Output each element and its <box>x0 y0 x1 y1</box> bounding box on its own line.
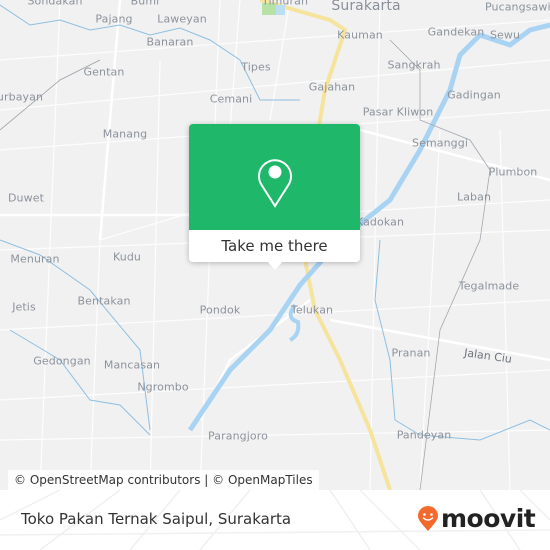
place-label: Pandeyan <box>396 428 452 442</box>
place-label-partial: Timuran <box>261 0 309 8</box>
river-west <box>0 239 151 431</box>
place-label: Pranan <box>391 346 431 360</box>
place-label: Cemani <box>209 92 253 106</box>
river-east <box>374 239 550 441</box>
place-label: Gajahan <box>308 80 356 94</box>
river-north <box>0 4 300 101</box>
osm-attribution-link[interactable]: © OpenStreetMap contributors <box>14 473 200 487</box>
brand-name: moovit <box>441 504 536 533</box>
map-attribution: © OpenStreetMap contributors | © OpenMap… <box>8 470 319 490</box>
destination-name: Toko Pakan Ternak Saipul, Surakarta <box>21 510 292 528</box>
place-label: Tegalmade <box>458 279 520 293</box>
popup-pointer <box>267 261 283 270</box>
map-view[interactable]: Sondakan Bumi Pajang Laweyan Banaran Gentan Ti… <box>0 0 550 490</box>
place-label: Pucangsawit <box>484 0 550 14</box>
place-label: Kadokan <box>355 215 405 229</box>
place-label: Menuran <box>10 252 60 266</box>
take-me-there-button[interactable]: Take me there <box>189 230 360 262</box>
place-label: Gandekan <box>427 25 485 39</box>
place-label: Kauman <box>337 28 383 42</box>
place-label: Pajang <box>95 12 133 26</box>
location-pin-icon <box>258 159 292 208</box>
place-label: Bentakan <box>77 294 131 308</box>
footer-bar: Toko Pakan Ternak Saipul, Surakarta moov… <box>0 490 550 550</box>
place-label: Laban <box>456 190 492 204</box>
place-label: Kudu <box>113 250 141 264</box>
place-label: Parangjoro <box>208 429 268 443</box>
place-label: Telukan <box>290 303 334 317</box>
place-label: Sondakan <box>27 0 83 8</box>
place-label: Pondok <box>199 303 241 317</box>
place-label: Gedongan <box>33 354 91 368</box>
place-label: Pasar Kliwon <box>362 105 434 119</box>
place-label: Semanggi <box>412 136 468 150</box>
place-label: Plumbon <box>488 165 538 179</box>
place-label: Laweyan <box>157 12 207 26</box>
place-label: Manang <box>102 127 148 141</box>
destination-popup[interactable]: Take me there <box>189 124 360 270</box>
river-southwest <box>9 329 151 436</box>
moovit-logo[interactable]: moovit <box>417 504 536 533</box>
attribution-separator: | <box>200 473 213 487</box>
place-label: Gentan <box>83 65 125 79</box>
place-label: Duwet <box>7 191 45 205</box>
place-label: Gadingan <box>447 88 501 102</box>
place-label: Bumi <box>130 0 160 8</box>
place-label: Banaran <box>146 35 194 49</box>
place-label: Sewu <box>489 28 521 42</box>
place-label: Mancasan <box>103 358 161 372</box>
popup-header <box>189 124 360 230</box>
place-label: Sangkrah <box>387 58 441 72</box>
city-label: Surakarta <box>331 0 401 14</box>
openmaptiles-attribution-link[interactable]: © OpenMapTiles <box>212 473 312 487</box>
moovit-smiley-pin-icon <box>418 505 438 531</box>
place-label: urbayan <box>0 90 44 104</box>
place-label: Jetis <box>12 300 36 314</box>
place-label: Tipes <box>241 60 271 74</box>
place-label: Ngrombo <box>137 380 189 394</box>
